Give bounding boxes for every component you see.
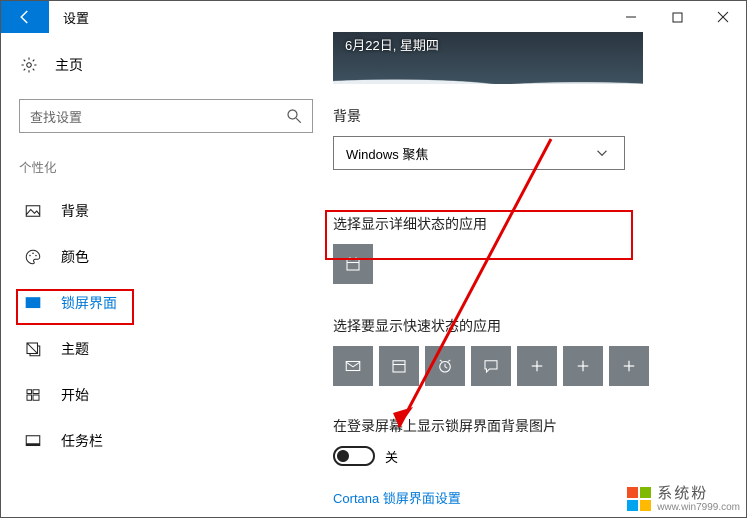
quick-tile-calendar[interactable] [379, 346, 419, 386]
nav-item-label: 开始 [61, 385, 89, 405]
quick-tile-add[interactable] [609, 346, 649, 386]
plus-icon [573, 356, 593, 376]
login-bg-toggle[interactable] [333, 446, 375, 466]
background-label: 背景 [333, 106, 708, 126]
detailed-app-tile[interactable] [333, 244, 373, 284]
background-select[interactable]: Windows 聚焦 [333, 136, 625, 170]
nav-item-label: 主题 [61, 339, 89, 359]
search-input[interactable]: 查找设置 [19, 99, 313, 133]
lockscreen-preview: 6月22日, 星期四 [333, 32, 643, 84]
nav-start[interactable]: 开始 [19, 372, 313, 418]
calendar-icon [389, 356, 409, 376]
chat-icon [481, 356, 501, 376]
nav-theme[interactable]: 主题 [19, 326, 313, 372]
alarm-icon [435, 356, 455, 376]
nav-lockscreen[interactable]: 锁屏界面 [19, 280, 313, 326]
cortana-link[interactable]: Cortana 锁屏界面设置 [333, 488, 708, 507]
calendar-icon [343, 254, 363, 274]
nav-color[interactable]: 颜色 [19, 234, 313, 280]
quick-status-label: 选择要显示快速状态的应用 [333, 316, 708, 336]
back-button[interactable] [1, 1, 49, 33]
maximize-button[interactable] [654, 1, 700, 33]
nav-home[interactable]: 主页 [19, 47, 313, 83]
taskbar-icon [23, 431, 43, 451]
nav-item-label: 锁屏界面 [61, 293, 117, 313]
preview-date: 6月22日, 星期四 [345, 35, 439, 54]
nav-home-label: 主页 [55, 55, 83, 75]
picture-icon [23, 201, 43, 221]
minimize-button[interactable] [608, 1, 654, 33]
nav-item-label: 颜色 [61, 247, 89, 267]
chevron-down-icon [592, 143, 612, 163]
select-value: Windows 聚焦 [346, 144, 592, 163]
quick-tile-mail[interactable] [333, 346, 373, 386]
nav-background[interactable]: 背景 [19, 188, 313, 234]
close-button[interactable] [700, 1, 746, 33]
palette-icon [23, 247, 43, 267]
plus-icon [527, 356, 547, 376]
nav-item-label: 任务栏 [61, 431, 103, 451]
window-title: 设置 [49, 1, 89, 33]
nav-taskbar[interactable]: 任务栏 [19, 418, 313, 464]
section-label: 个性化 [19, 157, 313, 176]
detailed-status-label: 选择显示详细状态的应用 [333, 214, 708, 234]
quick-tile-alarm[interactable] [425, 346, 465, 386]
login-bg-label: 在登录屏幕上显示锁屏界面背景图片 [333, 416, 708, 436]
toggle-state: 关 [385, 447, 398, 466]
lockscreen-icon [23, 293, 43, 313]
toggle-knob [337, 450, 349, 462]
main-content: 6月22日, 星期四 背景 Windows 聚焦 选择显示详细状态的应用 [333, 33, 746, 517]
start-icon [23, 385, 43, 405]
search-placeholder: 查找设置 [30, 107, 284, 126]
plus-icon [619, 356, 639, 376]
quick-tile-messaging[interactable] [471, 346, 511, 386]
sidebar: 主页 查找设置 个性化 背景 颜色 锁屏界 [1, 33, 333, 517]
theme-icon [23, 339, 43, 359]
settings-window: 设置 主页 查找设置 个性化 背景 [0, 0, 747, 518]
mail-icon [343, 356, 363, 376]
gear-icon [19, 55, 39, 75]
quick-tile-add[interactable] [517, 346, 557, 386]
search-icon [284, 106, 304, 126]
quick-tile-add[interactable] [563, 346, 603, 386]
titlebar: 设置 [1, 1, 746, 33]
nav-item-label: 背景 [61, 201, 89, 221]
